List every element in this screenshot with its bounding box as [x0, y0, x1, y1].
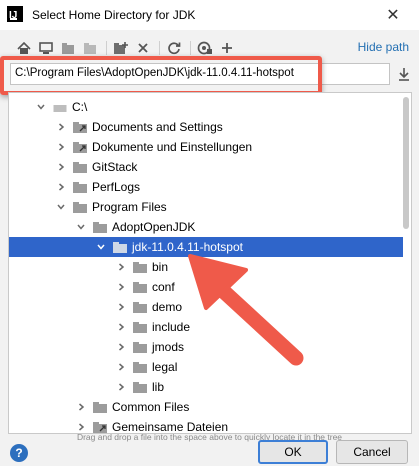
tree-row[interactable]: AdoptOpenJDK: [9, 217, 403, 237]
title-bar: IJ Select Home Directory for JDK ✕: [0, 0, 419, 30]
tree-item-label: lib: [152, 380, 165, 394]
tree-item-label: include: [152, 320, 191, 334]
tree-row[interactable]: bin: [9, 257, 403, 277]
folder-icon: [93, 402, 107, 413]
folder-icon: [93, 222, 107, 233]
chevron-right-icon[interactable]: [115, 261, 127, 273]
chevron-right-icon[interactable]: [115, 381, 127, 393]
toolbar-separator: [190, 41, 191, 55]
refresh-icon[interactable]: [164, 40, 184, 56]
toolbar-separator: [106, 41, 107, 55]
file-tree[interactable]: C:\ Documents and Settings Dokumente und E…: [8, 92, 412, 434]
folder-icon: [73, 202, 87, 213]
chevron-right-icon[interactable]: [55, 181, 67, 193]
tree-row[interactable]: conf: [9, 277, 403, 297]
tree-row[interactable]: jdk-11.0.4.11-hotspot: [9, 237, 403, 257]
tree-row[interactable]: jmods: [9, 337, 403, 357]
tree-row[interactable]: Dokumente und Einstellungen: [9, 137, 403, 157]
folder-icon: [133, 342, 147, 353]
chevron-right-icon[interactable]: [75, 401, 87, 413]
tree-row[interactable]: Program Files: [9, 197, 403, 217]
folder-icon: [73, 182, 87, 193]
chevron-right-icon[interactable]: [115, 281, 127, 293]
hide-path-link[interactable]: Hide path: [358, 40, 409, 54]
tree-item-label: Documents and Settings: [92, 120, 223, 134]
tree-row[interactable]: Common Files: [9, 397, 403, 417]
project-icon[interactable]: [58, 40, 78, 56]
folder-icon: [133, 302, 147, 313]
folder-icon: [73, 162, 87, 173]
chevron-down-icon[interactable]: [35, 101, 47, 113]
ok-button[interactable]: OK: [258, 440, 328, 464]
window-title: Select Home Directory for JDK: [32, 8, 196, 22]
chevron-right-icon[interactable]: [115, 301, 127, 313]
show-hidden-icon[interactable]: [195, 40, 215, 56]
cancel-button[interactable]: Cancel: [336, 440, 408, 464]
tree-scrollbar[interactable]: [403, 97, 409, 229]
folder-icon: [133, 282, 147, 293]
tree-row[interactable]: PerfLogs: [9, 177, 403, 197]
tree-item-label: legal: [152, 360, 178, 374]
folder-icon: [133, 322, 147, 333]
folder-icon: [133, 382, 147, 393]
tree-item-label: Common Files: [112, 400, 190, 414]
tree-item-label: Program Files: [92, 200, 167, 214]
path-row: C:\Program Files\AdoptOpenJDK\jdk-11.0.4…: [8, 62, 413, 88]
new-folder-icon[interactable]: [111, 40, 131, 56]
tree-item-label: jmods: [152, 340, 185, 354]
tree-item-label: GitStack: [92, 160, 138, 174]
chevron-right-icon[interactable]: [55, 161, 67, 173]
intellij-app-icon: IJ: [7, 6, 23, 22]
tree-item-label: jdk-11.0.4.11-hotspot: [132, 240, 243, 254]
toolbar: [14, 40, 239, 56]
chevron-right-icon[interactable]: [115, 361, 127, 373]
chevron-right-icon[interactable]: [55, 141, 67, 153]
folder-link-icon: [73, 122, 87, 133]
download-icon[interactable]: [395, 65, 413, 83]
tree-row[interactable]: legal: [9, 357, 403, 377]
chevron-right-icon[interactable]: [115, 341, 127, 353]
tree-item-label: Dokumente und Einstellungen: [92, 140, 253, 154]
add-icon[interactable]: [217, 40, 237, 56]
home-icon[interactable]: [14, 40, 34, 56]
help-button[interactable]: ?: [10, 444, 28, 462]
tree-item-label: conf: [152, 280, 175, 294]
chevron-down-icon[interactable]: [95, 241, 107, 253]
tree-row[interactable]: Documents and Settings: [9, 117, 403, 137]
desktop-icon[interactable]: [36, 40, 56, 56]
tree-item-label: PerfLogs: [92, 180, 141, 194]
chevron-down-icon[interactable]: [55, 201, 67, 213]
tree-row[interactable]: C:\: [9, 97, 403, 117]
chevron-right-icon[interactable]: [55, 121, 67, 133]
tree-row[interactable]: include: [9, 317, 403, 337]
chevron-down-icon[interactable]: [75, 221, 87, 233]
dialog-body: Hide path C:\Program Files\AdoptOpenJDK\…: [0, 30, 419, 466]
module-icon[interactable]: [80, 40, 100, 56]
close-icon[interactable]: ✕: [373, 0, 413, 30]
tree-row[interactable]: demo: [9, 297, 403, 317]
tree-item-label: bin: [152, 260, 169, 274]
chevron-right-icon[interactable]: [115, 321, 127, 333]
folder-icon: [113, 242, 127, 253]
tree-item-label: demo: [152, 300, 183, 314]
delete-icon[interactable]: [133, 40, 153, 56]
path-input[interactable]: C:\Program Files\AdoptOpenJDK\jdk-11.0.4…: [10, 63, 390, 85]
tree-item-label: AdoptOpenJDK: [112, 220, 196, 234]
folder-icon: [133, 362, 147, 373]
tree-item-label: C:\: [72, 100, 88, 114]
tree-row[interactable]: lib: [9, 377, 403, 397]
drive-icon: [53, 102, 67, 113]
tree-row[interactable]: GitStack: [9, 157, 403, 177]
folder-icon: [133, 262, 147, 273]
toolbar-separator: [159, 41, 160, 55]
folder-link-icon: [73, 142, 87, 153]
